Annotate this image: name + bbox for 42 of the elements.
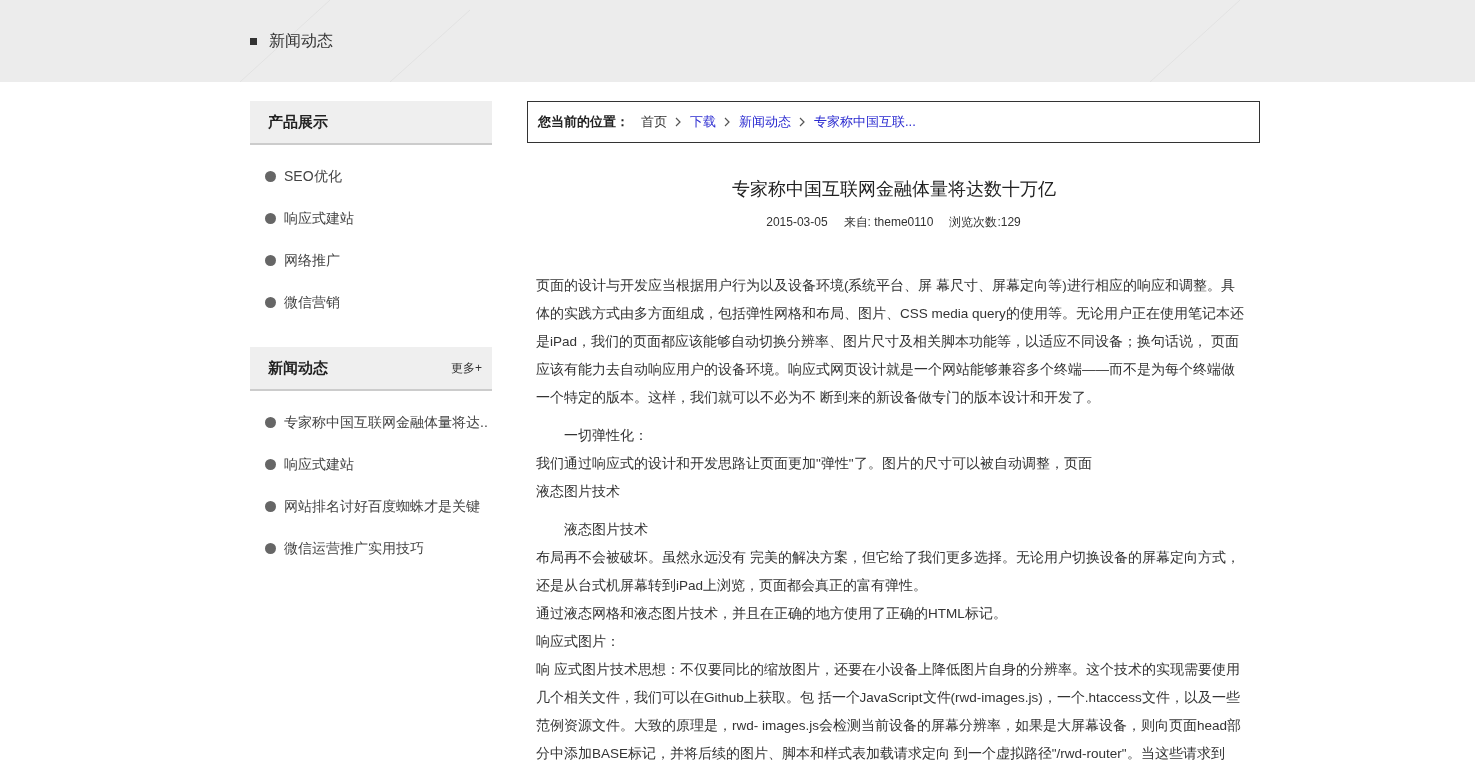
square-icon — [250, 37, 257, 45]
sidebar-link[interactable]: 响应式建站 — [284, 453, 354, 475]
paragraph: 响 应式图片技术思想：不仅要同比的缩放图片，还要在小设备上降低图片自身的分辨率。这个技术的实现需要使用几个相关文件，我们可以在Github上获取。包 括一个JavaScript文件(rwd-images.js)，一个.htaccess文件，以及一些范例资源文件。大致的原理是，rwd- images.js会检测当前设备的屏幕分辨率，如果是大屏幕设备，则向页面head部分中添加BASE标记，并将后续的图片、脚本和样式表加载请求定向 到一个虚拟路径"/rwd-router"。当这些请求到 — [536, 661, 1243, 763]
bullet-icon — [265, 500, 276, 512]
bullet-icon — [265, 254, 276, 266]
page-heading: 新闻动态 — [269, 31, 333, 51]
bullet-icon — [265, 458, 276, 470]
bullet-icon — [265, 542, 276, 554]
paragraph: 液态图片技术 — [563, 521, 649, 539]
breadcrumb-label: 您当前的位置： — [538, 113, 629, 132]
paragraph: 我们通过响应式的设计和开发思路让页面更加"弹性"了。图片的尺寸可以被自动调整，页面 — [536, 455, 1093, 473]
article-date: 2015-03-05 — [766, 214, 828, 231]
article-source: 来自: theme0110 — [843, 214, 934, 231]
paragraph: 液态图片技术 — [536, 483, 621, 501]
section-title: 产品展示 — [268, 111, 328, 132]
paragraph: 通过液态网格和液态图片技术，并且在正确的地方使用了正确的HTML标记。 — [536, 605, 1008, 623]
breadcrumb-link[interactable]: 首页 — [641, 112, 667, 132]
chevron-icon — [724, 117, 731, 127]
article-title: 专家称中国互联网金融体量将达数十万亿 — [730, 178, 1057, 201]
sidebar-link[interactable]: 响应式建站 — [284, 207, 354, 229]
bullet-icon — [265, 170, 276, 182]
sidebar-link[interactable]: 微信营销 — [284, 291, 340, 313]
chevron-icon — [675, 117, 682, 127]
more-link[interactable]: 更多+ — [451, 359, 482, 377]
sidebar-link[interactable]: 网站排名讨好百度蜘蛛才是关键 — [284, 495, 480, 517]
paragraph: 布局再不会被破坏。虽然永远没有 完美的解决方案，但它给了我们更多选择。无论用户切换设备的屏幕定向方式，还是从台式机屏幕转到iPad上浏览，页面都会真正的富有弹性。 — [536, 549, 1241, 595]
breadcrumb-link[interactable]: 下载 — [690, 112, 716, 132]
breadcrumb-link[interactable]: 新闻动态 — [739, 112, 791, 132]
breadcrumb-link[interactable]: 专家称中国互联... — [814, 112, 916, 132]
bullet-icon — [265, 416, 276, 428]
view-count: 浏览次数:129 — [949, 214, 1021, 231]
sidebar-link[interactable]: SEO优化 — [284, 165, 342, 187]
sidebar-link[interactable]: 网络推广 — [284, 249, 340, 271]
sidebar-link[interactable]: 微信运营推广实用技巧 — [284, 537, 424, 559]
paragraph: 页面的设计与开发应当根据用户行为以及设备环境(系统平台、屏 幕尺寸、屏幕定向等)进行相应的响应和调整。具体的实践方式由多方面组成，包括弹性网格和布局、图片、CSS media query的使用等。无论用户正在使用笔记本还是iPad，我们的页面都应该能够自动切换分辨率、图片尺寸及相关脚本功能等，以适应不同设备；换句话说， 页面应该有能力去自动响应用户的设备环境。响应式网页设计就是一个网站能够兼容多个终端——而不是为每个终端做一个特定的版本。这样，我们就可以不必为不 断到来的新设备做专门的版本设计和开发了。 — [536, 277, 1245, 407]
sidebar-link[interactable]: 专家称中国互联网金融体量将达.. — [284, 411, 488, 433]
paragraph: 一切弹性化： — [563, 427, 649, 445]
bullet-icon — [265, 212, 276, 224]
chevron-icon — [799, 117, 806, 127]
section-title: 新闻动态 — [268, 357, 328, 378]
bullet-icon — [265, 296, 276, 308]
paragraph: 响应式图片： — [536, 633, 621, 651]
